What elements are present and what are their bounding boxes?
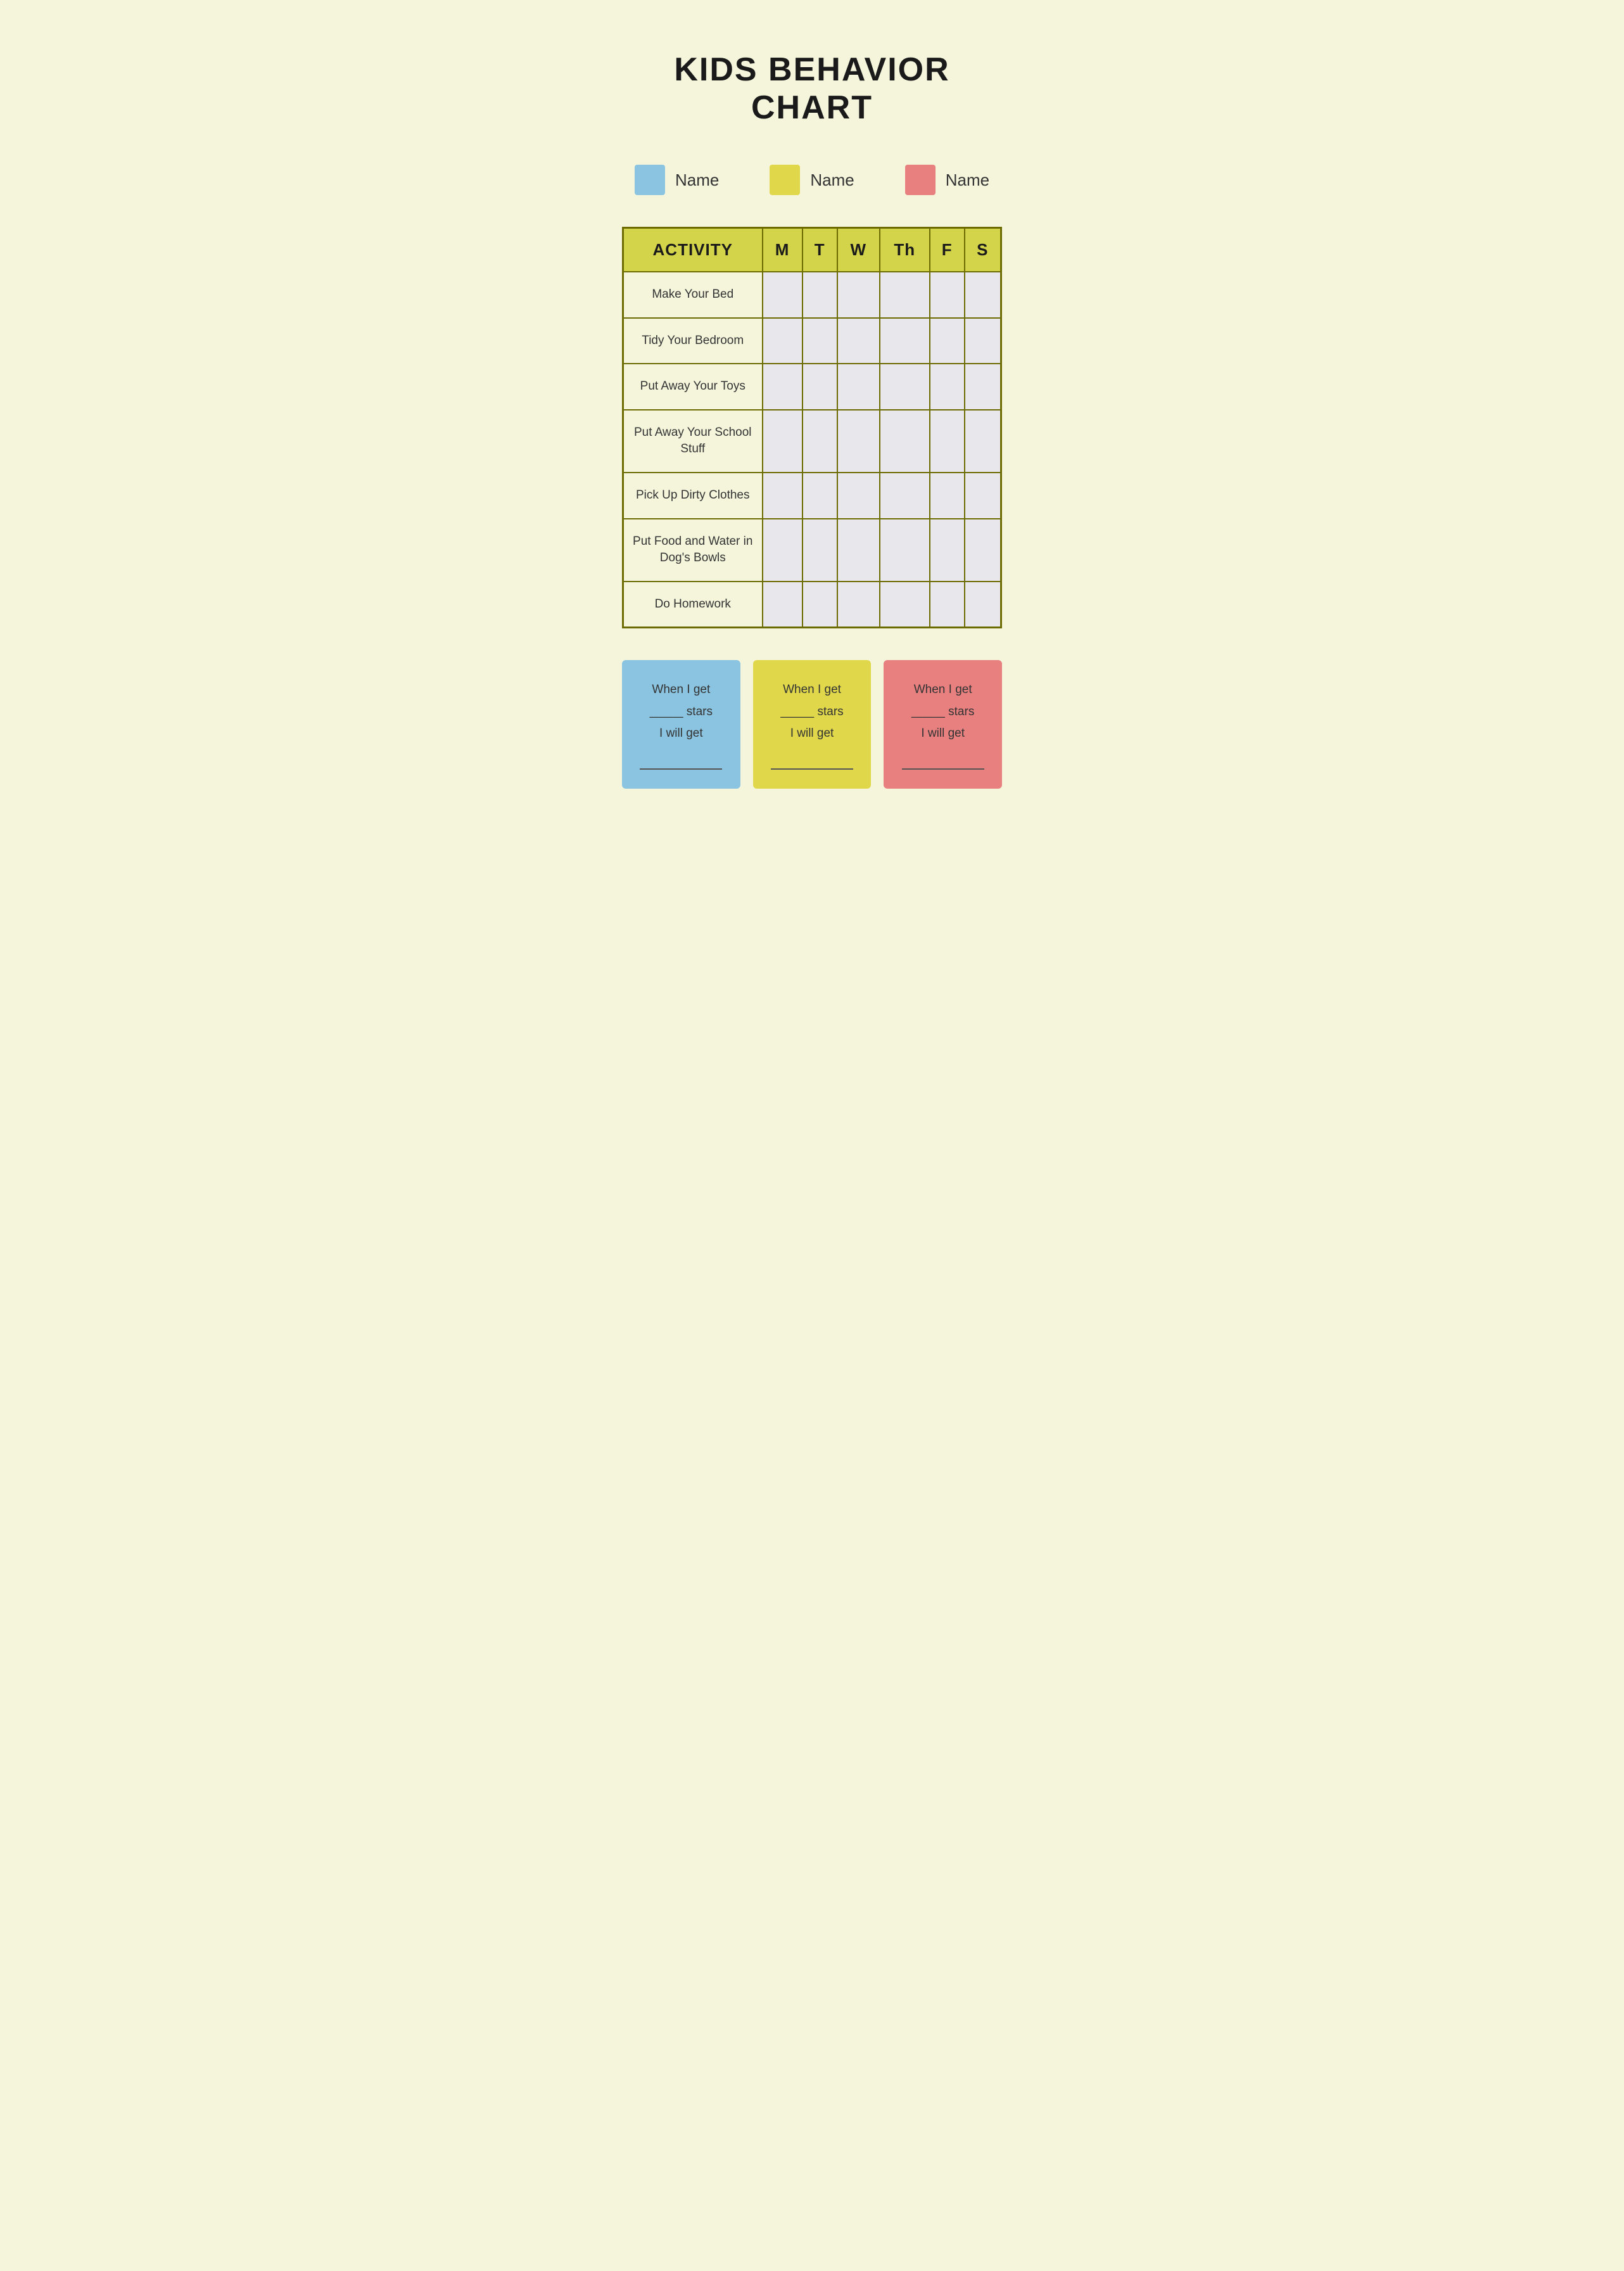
day-cell-5-5	[965, 519, 1001, 582]
reward-line2-3: _____ stars	[896, 701, 989, 723]
legend-color-blue	[635, 165, 665, 195]
reward-underline-2	[771, 747, 853, 770]
day-cell-1-0	[763, 318, 802, 364]
day-cell-0-2	[837, 272, 880, 318]
day-cell-5-4	[930, 519, 965, 582]
activity-cell-2: Put Away Your Toys	[623, 364, 763, 410]
legend-label-2: Name	[810, 170, 854, 190]
day-cell-4-1	[802, 473, 837, 519]
activity-cell-4: Pick Up Dirty Clothes	[623, 473, 763, 519]
page: KIDS BEHAVIOR CHART Name Name Name ACTIV…	[584, 13, 1040, 827]
header-t: T	[802, 228, 837, 272]
legend-item-3: Name	[905, 165, 989, 195]
day-cell-5-3	[880, 519, 930, 582]
day-cell-5-0	[763, 519, 802, 582]
header-s: S	[965, 228, 1001, 272]
day-cell-2-5	[965, 364, 1001, 410]
header-w: W	[837, 228, 880, 272]
reward-card-1: When I get _____ stars I will get	[622, 660, 740, 789]
table-row: Pick Up Dirty Clothes	[623, 473, 1001, 519]
day-cell-2-1	[802, 364, 837, 410]
day-cell-1-2	[837, 318, 880, 364]
reward-line2-1: _____ stars	[635, 701, 728, 723]
activity-cell-1: Tidy Your Bedroom	[623, 318, 763, 364]
header-f: F	[930, 228, 965, 272]
reward-underline-1	[640, 747, 722, 770]
day-cell-1-5	[965, 318, 1001, 364]
table-header-row: ACTIVITY M T W Th F S	[623, 228, 1001, 272]
day-cell-2-0	[763, 364, 802, 410]
reward-line1-1: When I get	[635, 679, 728, 701]
reward-line3-1: I will get	[635, 723, 728, 744]
legend-label-3: Name	[946, 170, 989, 190]
table-body: Make Your BedTidy Your BedroomPut Away Y…	[623, 272, 1001, 628]
legend-label-1: Name	[675, 170, 719, 190]
reward-line1-3: When I get	[896, 679, 989, 701]
legend: Name Name Name	[622, 165, 1002, 195]
legend-color-pink	[905, 165, 936, 195]
day-cell-2-3	[880, 364, 930, 410]
day-cell-0-1	[802, 272, 837, 318]
rewards-section: When I get _____ stars I will get When I…	[622, 660, 1002, 789]
chart-container: ACTIVITY M T W Th F S Make Your BedTidy …	[622, 227, 1002, 628]
day-cell-4-5	[965, 473, 1001, 519]
day-cell-6-1	[802, 582, 837, 628]
day-cell-6-5	[965, 582, 1001, 628]
day-cell-0-4	[930, 272, 965, 318]
day-cell-6-3	[880, 582, 930, 628]
header-activity: ACTIVITY	[623, 228, 763, 272]
reward-line2-2: _____ stars	[766, 701, 859, 723]
table-row: Make Your Bed	[623, 272, 1001, 318]
reward-underline-3	[902, 747, 984, 770]
day-cell-4-0	[763, 473, 802, 519]
table-row: Put Food and Water in Dog's Bowls	[623, 519, 1001, 582]
legend-item-2: Name	[770, 165, 854, 195]
day-cell-1-4	[930, 318, 965, 364]
day-cell-6-2	[837, 582, 880, 628]
day-cell-3-1	[802, 410, 837, 473]
activity-cell-5: Put Food and Water in Dog's Bowls	[623, 519, 763, 582]
behavior-table: ACTIVITY M T W Th F S Make Your BedTidy …	[622, 227, 1002, 628]
day-cell-5-1	[802, 519, 837, 582]
day-cell-6-0	[763, 582, 802, 628]
reward-line3-3: I will get	[896, 723, 989, 744]
day-cell-4-4	[930, 473, 965, 519]
activity-cell-3: Put Away Your School Stuff	[623, 410, 763, 473]
header-th: Th	[880, 228, 930, 272]
activity-cell-0: Make Your Bed	[623, 272, 763, 318]
day-cell-2-2	[837, 364, 880, 410]
table-row: Tidy Your Bedroom	[623, 318, 1001, 364]
legend-item-1: Name	[635, 165, 719, 195]
day-cell-1-3	[880, 318, 930, 364]
day-cell-0-3	[880, 272, 930, 318]
day-cell-3-5	[965, 410, 1001, 473]
page-title: KIDS BEHAVIOR CHART	[622, 51, 1002, 127]
day-cell-3-2	[837, 410, 880, 473]
day-cell-3-4	[930, 410, 965, 473]
day-cell-4-2	[837, 473, 880, 519]
activity-cell-6: Do Homework	[623, 582, 763, 628]
legend-color-yellow	[770, 165, 800, 195]
reward-line3-2: I will get	[766, 723, 859, 744]
reward-card-3: When I get _____ stars I will get	[884, 660, 1002, 789]
day-cell-0-5	[965, 272, 1001, 318]
reward-line1-2: When I get	[766, 679, 859, 701]
table-row: Put Away Your Toys	[623, 364, 1001, 410]
day-cell-2-4	[930, 364, 965, 410]
header-m: M	[763, 228, 802, 272]
day-cell-3-3	[880, 410, 930, 473]
reward-card-2: When I get _____ stars I will get	[753, 660, 872, 789]
day-cell-5-2	[837, 519, 880, 582]
table-row: Put Away Your School Stuff	[623, 410, 1001, 473]
day-cell-1-1	[802, 318, 837, 364]
day-cell-0-0	[763, 272, 802, 318]
table-row: Do Homework	[623, 582, 1001, 628]
day-cell-6-4	[930, 582, 965, 628]
day-cell-4-3	[880, 473, 930, 519]
day-cell-3-0	[763, 410, 802, 473]
